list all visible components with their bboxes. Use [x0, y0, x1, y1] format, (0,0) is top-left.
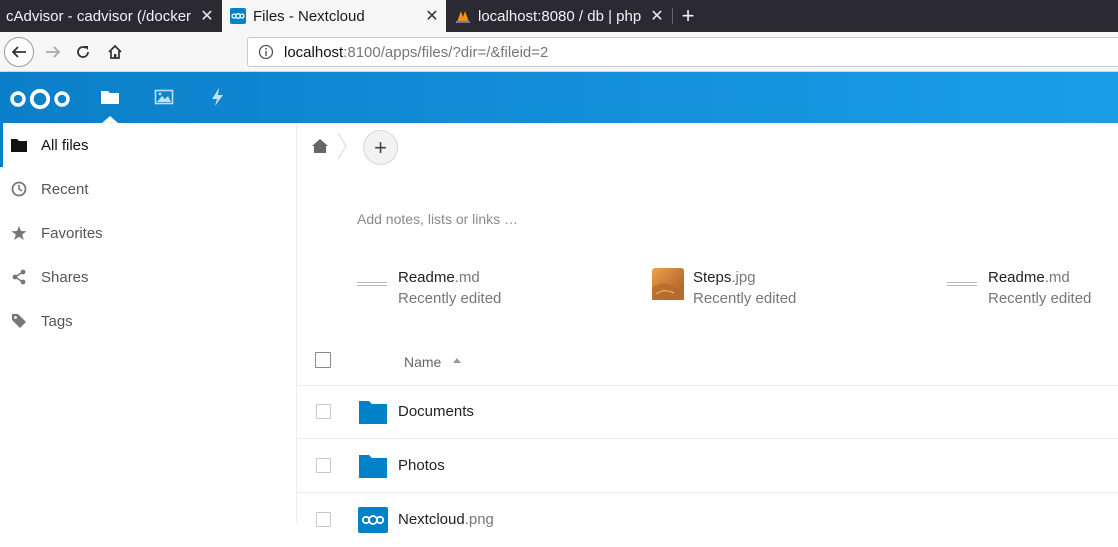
- recent-file-card[interactable]: Readme.md Recently edited: [947, 266, 1118, 314]
- breadcrumb-separator-icon: [337, 132, 347, 160]
- browser-nav-bar: localhost:8100/apps/files/?dir=/&fileid=…: [0, 32, 1118, 72]
- tab-title: cAdvisor - cadvisor (/docker: [6, 7, 192, 25]
- recent-file-status: Recently edited: [398, 290, 502, 307]
- app-navigation: All files Recent Favorites Shares Tags: [0, 123, 297, 523]
- browser-tab-strip: cAdvisor - cadvisor (/docker ✕ Files - N…: [0, 0, 1118, 32]
- sidebar-item-shares[interactable]: Shares: [0, 255, 296, 299]
- sidebar-item-tags[interactable]: Tags: [0, 299, 296, 343]
- close-tab-icon[interactable]: ✕: [422, 6, 442, 26]
- star-icon: [10, 224, 28, 242]
- select-all-checkbox[interactable]: [315, 352, 331, 368]
- sidebar-item-all-files[interactable]: All files: [0, 123, 296, 167]
- text-file-icon: [357, 268, 389, 300]
- recent-file-card[interactable]: Steps.jpg Recently edited: [652, 266, 892, 314]
- file-list-header: Name: [297, 338, 1118, 386]
- nextcloud-favicon-icon: [230, 8, 246, 24]
- sidebar-item-recent[interactable]: Recent: [0, 167, 296, 211]
- sidebar-item-label: Recent: [41, 180, 89, 198]
- add-new-button[interactable]: +: [363, 130, 398, 165]
- lightning-icon[interactable]: [207, 86, 229, 108]
- phpmyadmin-favicon-icon: [456, 11, 470, 23]
- file-row[interactable]: Documents: [297, 386, 1118, 439]
- new-tab-button[interactable]: +: [676, 0, 700, 32]
- sidebar-item-label: All files: [41, 136, 89, 154]
- tab-nextcloud-files[interactable]: Files - Nextcloud ✕: [222, 0, 446, 32]
- clock-icon: [10, 180, 28, 198]
- forward-button[interactable]: [38, 37, 68, 67]
- active-app-indicator: [102, 116, 118, 123]
- rich-workspace-placeholder[interactable]: Add notes, lists or links …: [357, 211, 518, 227]
- url-host: localhost: [284, 43, 344, 61]
- share-icon: [10, 268, 28, 286]
- tab-phpmyadmin[interactable]: localhost:8080 / db | php ✕: [447, 0, 671, 32]
- sidebar-item-favorites[interactable]: Favorites: [0, 211, 296, 255]
- reload-icon: [77, 46, 89, 58]
- row-checkbox[interactable]: [316, 404, 331, 419]
- recent-file-status: Recently edited: [693, 290, 797, 307]
- home-icon[interactable]: [311, 137, 329, 155]
- column-header-name[interactable]: Name: [404, 354, 441, 370]
- reload-button[interactable]: [68, 37, 98, 67]
- tag-icon: [10, 312, 28, 330]
- image-icon[interactable]: [153, 86, 175, 108]
- recent-file-card[interactable]: Readme.md Recently edited: [357, 266, 597, 314]
- tab-divider: [672, 8, 673, 24]
- tab-title: Files - Nextcloud: [253, 7, 365, 25]
- close-tab-icon[interactable]: ✕: [647, 6, 667, 26]
- recent-file-name: Steps.jpg: [693, 269, 756, 286]
- file-row[interactable]: Photos: [297, 440, 1118, 493]
- tab-cadvisor[interactable]: cAdvisor - cadvisor (/docker ✕: [0, 0, 221, 32]
- arrow-right-icon: [46, 46, 61, 58]
- arrow-left-icon: [11, 46, 26, 58]
- folder-icon: [359, 401, 387, 424]
- folder-icon: [359, 455, 387, 478]
- sidebar-item-label: Tags: [41, 312, 73, 330]
- sidebar-item-label: Shares: [41, 268, 89, 286]
- file-name: Photos: [398, 457, 445, 474]
- sort-ascending-icon[interactable]: [453, 358, 461, 363]
- recent-file-status: Recently edited: [988, 290, 1092, 307]
- home-button[interactable]: [100, 37, 130, 67]
- back-button[interactable]: [4, 37, 34, 67]
- file-name: Documents: [398, 403, 474, 420]
- nextcloud-header: [0, 72, 1118, 123]
- url-path: :8100/apps/files/?dir=/&fileid=2: [343, 43, 549, 61]
- file-row[interactable]: Nextcloud.png: [297, 494, 1118, 547]
- recent-file-name: Readme.md: [988, 269, 1070, 286]
- info-icon[interactable]: [258, 44, 274, 60]
- image-thumbnail-icon: [652, 268, 684, 300]
- files-content: + Add notes, lists or links … Readme.md …: [297, 123, 1118, 533]
- nextcloud-logo-icon[interactable]: [10, 88, 70, 110]
- tab-title: localhost:8080 / db | php: [478, 7, 642, 25]
- nextcloud-image-thumbnail-icon: [358, 507, 388, 533]
- row-checkbox[interactable]: [316, 512, 331, 527]
- text-file-icon: [947, 268, 979, 300]
- home-icon: [108, 44, 122, 59]
- address-bar[interactable]: localhost:8100/apps/files/?dir=/&fileid=…: [247, 37, 1118, 67]
- folder-icon[interactable]: [99, 86, 121, 108]
- sidebar-item-label: Favorites: [41, 224, 103, 242]
- folder-icon: [10, 136, 28, 154]
- file-name: Nextcloud.png: [398, 511, 494, 528]
- close-tab-icon[interactable]: ✕: [197, 6, 217, 26]
- recent-file-name: Readme.md: [398, 269, 480, 286]
- row-checkbox[interactable]: [316, 458, 331, 473]
